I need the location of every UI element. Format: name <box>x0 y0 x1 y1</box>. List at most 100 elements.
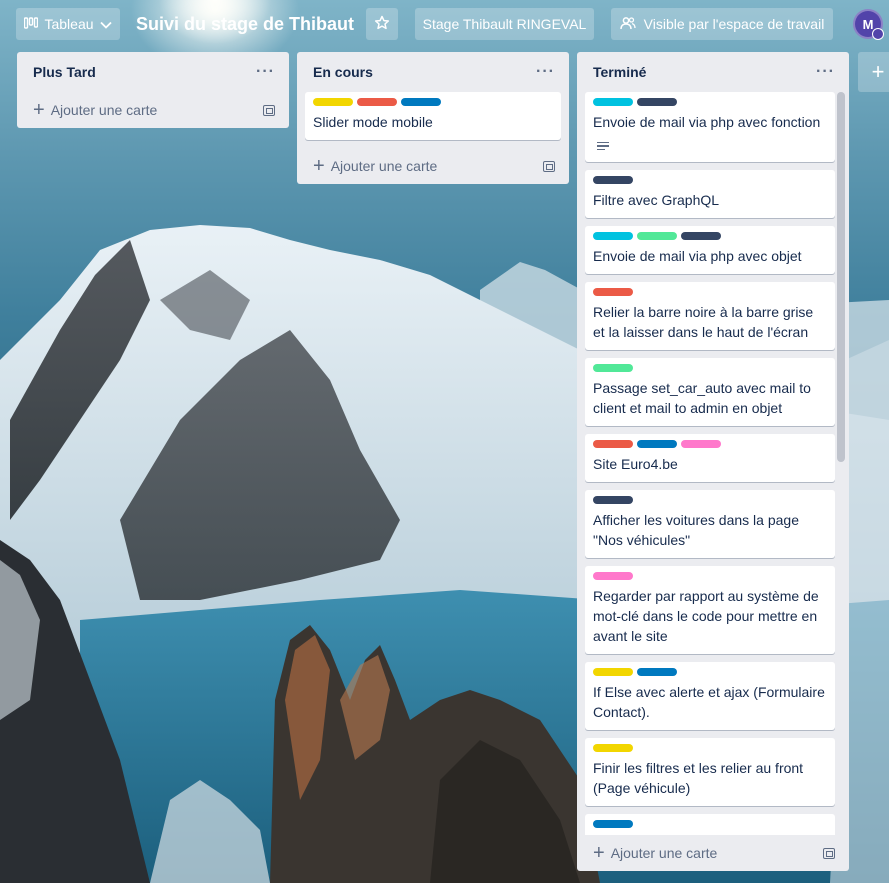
avatar[interactable]: M <box>853 9 884 40</box>
list-title[interactable]: En cours <box>313 64 373 80</box>
visibility-button[interactable]: Visible par l'espace de travail <box>611 8 833 40</box>
card-list: Slider mode mobile <box>297 92 569 140</box>
add-card-button[interactable]: + Ajouter une carte <box>577 835 849 871</box>
card-labels <box>313 98 553 106</box>
board-header: Tableau Suivi du stage de Thibaut Stage … <box>0 0 889 48</box>
card-template-icon[interactable] <box>263 104 275 116</box>
card-title: Regarder par rapport au système de mot-c… <box>593 588 819 644</box>
avatar-initial: M <box>862 16 874 32</box>
card-labels <box>593 496 827 504</box>
label-red[interactable] <box>357 98 397 106</box>
card[interactable]: Envoie de mail via php avec fonction <box>585 92 835 162</box>
card-labels <box>593 820 827 828</box>
label-yellow[interactable] <box>313 98 353 106</box>
description-icon <box>597 141 609 151</box>
label-black[interactable] <box>637 98 677 106</box>
plus-icon: + <box>313 155 325 177</box>
add-card-label: Ajouter une carte <box>50 102 158 118</box>
label-yellow[interactable] <box>593 744 633 752</box>
label-green[interactable] <box>637 232 677 240</box>
card[interactable]: Envoie de mail via php avec objet <box>585 226 835 274</box>
card-labels <box>593 572 827 580</box>
board-view-icon <box>24 16 39 32</box>
label-green[interactable] <box>593 364 633 372</box>
card-labels <box>593 668 827 676</box>
scrollbar-thumb[interactable] <box>837 92 845 462</box>
card-labels <box>593 440 827 448</box>
label-sky[interactable] <box>593 98 633 106</box>
star-icon <box>374 15 390 34</box>
board-title[interactable]: Suivi du stage de Thibaut <box>136 12 354 36</box>
admin-badge-icon <box>872 28 884 40</box>
list-plus-tard: Plus Tard ··· + Ajouter une carte <box>17 52 289 128</box>
people-icon <box>619 16 636 33</box>
card-title: Slider mode mobile <box>313 114 433 130</box>
card[interactable]: If Else avec alerte et ajax (Formulaire … <box>585 662 835 730</box>
card[interactable]: Filtre avec GraphQL <box>585 170 835 218</box>
list-header: Plus Tard ··· <box>17 52 289 92</box>
visibility-label: Visible par l'espace de travail <box>643 16 825 32</box>
card-title: Passage set_car_auto avec mail to client… <box>593 380 811 416</box>
label-pink[interactable] <box>681 440 721 448</box>
card[interactable]: Relier la barre noire à la barre grise e… <box>585 282 835 350</box>
label-black[interactable] <box>681 232 721 240</box>
card-template-icon[interactable] <box>823 847 835 859</box>
card[interactable]: Site Euro4.be <box>585 434 835 482</box>
card-title: Envoie de mail via php avec fonction <box>593 114 821 130</box>
label-black[interactable] <box>593 496 633 504</box>
label-blue[interactable] <box>637 668 677 676</box>
list-scrollbar[interactable] <box>837 92 845 835</box>
plus-icon: + <box>593 842 605 864</box>
card-title: Relier la barre noire à la barre grise e… <box>593 304 814 340</box>
label-yellow[interactable] <box>593 668 633 676</box>
plus-icon: + <box>871 59 885 84</box>
add-card-button[interactable]: + Ajouter une carte <box>297 148 569 184</box>
list-header: Terminé ··· <box>577 52 849 92</box>
label-red[interactable] <box>593 288 633 296</box>
board-view-label: Tableau <box>44 16 94 32</box>
card-template-icon[interactable] <box>543 160 555 172</box>
card[interactable]: Afficher les voitures dans la page "Nos … <box>585 490 835 558</box>
plus-icon: + <box>33 99 45 121</box>
list-header: En cours ··· <box>297 52 569 92</box>
board-view-switcher[interactable]: Tableau <box>16 8 120 40</box>
card-title: Site Euro4.be <box>593 456 678 472</box>
label-red[interactable] <box>593 440 633 448</box>
more-icon[interactable]: ··· <box>256 63 275 81</box>
add-list-button[interactable]: + <box>858 52 889 92</box>
card[interactable]: Passage set_car_auto avec mail to client… <box>585 358 835 426</box>
star-board-button[interactable] <box>366 8 398 40</box>
card-labels <box>593 288 827 296</box>
card-title: Filtre avec GraphQL <box>593 192 720 208</box>
list-en-cours: En cours ··· Slider mode mobile + Ajouter… <box>297 52 569 184</box>
add-card-label: Ajouter une carte <box>610 845 718 861</box>
workspace-button[interactable]: Stage Thibault RINGEVAL <box>415 8 594 40</box>
card-title: Envoie de mail via php avec objet <box>593 248 802 264</box>
card-labels <box>593 364 827 372</box>
more-icon[interactable]: ··· <box>536 63 555 81</box>
list-termine: Terminé ··· Envoie de mail via php avec … <box>577 52 849 871</box>
card-labels <box>593 176 827 184</box>
label-sky[interactable] <box>593 232 633 240</box>
card-labels <box>593 98 827 106</box>
card-list: Envoie de mail via php avec fonction Filt… <box>577 92 849 835</box>
card-labels <box>593 232 827 240</box>
add-card-label: Ajouter une carte <box>330 158 438 174</box>
list-title[interactable]: Terminé <box>593 64 646 80</box>
more-icon[interactable]: ··· <box>816 63 835 81</box>
card[interactable]: Finir les filtres et les relier au front… <box>585 738 835 806</box>
add-card-button[interactable]: + Ajouter une carte <box>17 92 289 128</box>
label-blue[interactable] <box>401 98 441 106</box>
label-blue[interactable] <box>637 440 677 448</box>
card-labels <box>593 744 827 752</box>
label-black[interactable] <box>593 176 633 184</box>
card-title: Afficher les voitures dans la page "Nos … <box>593 512 799 548</box>
card[interactable]: Vérifier pour avoir les voitures dans la… <box>585 814 835 835</box>
card-title: Finir les filtres et les relier au front… <box>593 760 804 796</box>
label-pink[interactable] <box>593 572 633 580</box>
chevron-down-icon <box>99 16 112 32</box>
card[interactable]: Regarder par rapport au système de mot-c… <box>585 566 835 654</box>
list-title[interactable]: Plus Tard <box>33 64 96 80</box>
card[interactable]: Slider mode mobile <box>305 92 561 140</box>
label-blue[interactable] <box>593 820 633 828</box>
